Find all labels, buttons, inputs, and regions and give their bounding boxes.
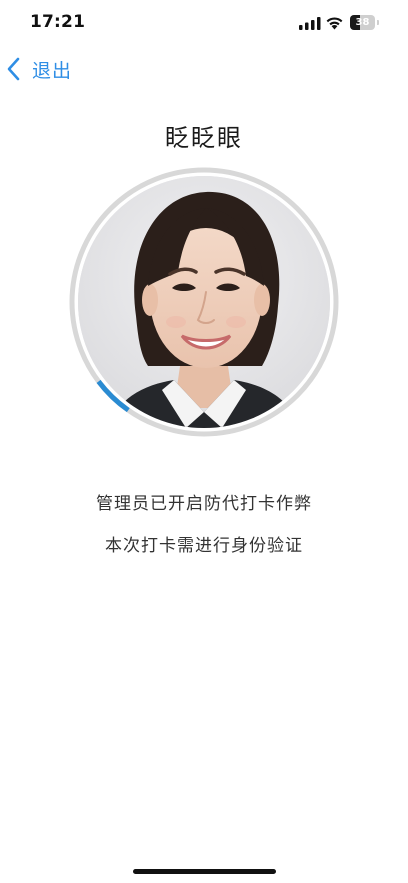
chevron-left-icon bbox=[7, 57, 20, 81]
page-title: 眨眨眼 bbox=[165, 124, 243, 152]
identity-verification-notice: 本次打卡需进行身份验证 bbox=[105, 536, 303, 556]
anti-cheat-notice: 管理员已开启防代打卡作弊 bbox=[96, 494, 312, 514]
status-time: 17:21 bbox=[30, 12, 86, 32]
exit-button[interactable]: 退出 bbox=[6, 52, 72, 86]
battery-nub bbox=[377, 20, 379, 25]
exit-label: 退出 bbox=[32, 59, 73, 82]
face-camera-preview bbox=[78, 176, 330, 428]
cellular-signal-icon bbox=[299, 17, 321, 30]
home-indicator[interactable] bbox=[133, 869, 276, 874]
battery-level: 38 bbox=[355, 17, 370, 28]
wifi-icon bbox=[326, 17, 343, 30]
face-portrait bbox=[78, 176, 330, 428]
battery-icon: 38 bbox=[350, 15, 375, 30]
status-bar: 17:21 38 bbox=[0, 0, 408, 46]
